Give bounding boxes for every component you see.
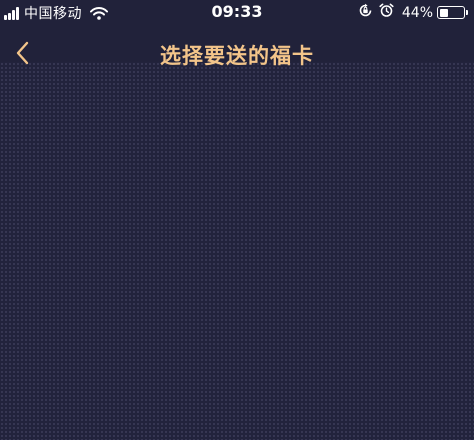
battery-fill (439, 8, 448, 17)
alarm-icon (379, 3, 394, 22)
battery-icon (437, 6, 465, 19)
screen: 中国移动 09:33 44% 选择要送的福卡 (0, 0, 474, 440)
orientation-lock-icon (358, 3, 373, 22)
status-bar: 中国移动 09:33 44% (0, 0, 474, 26)
nav-bar: 选择要送的福卡 (0, 28, 474, 78)
card-list-area (0, 62, 474, 440)
status-bar-right: 44% (352, 3, 468, 22)
page-title: 选择要送的福卡 (160, 44, 314, 68)
battery-cap (466, 10, 468, 15)
battery-percent: 44% (401, 4, 433, 21)
